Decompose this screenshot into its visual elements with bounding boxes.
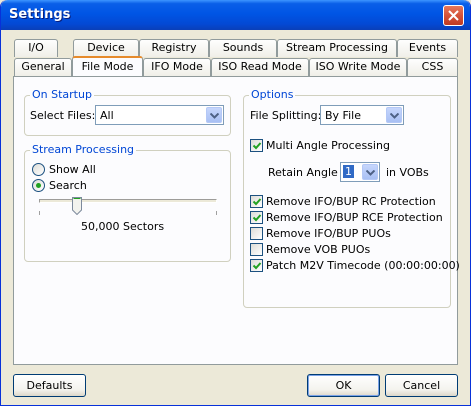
ifo-puos-checkbox[interactable] — [250, 227, 263, 240]
file-splitting-value: By File — [325, 109, 361, 122]
tab-registry[interactable]: Registry — [139, 39, 209, 57]
select-files-dropdown[interactable]: All — [95, 105, 224, 125]
tab-iso-write-mode[interactable]: ISO Write Mode — [309, 58, 407, 76]
options-group: Options File Splitting: By File Multi An… — [243, 88, 460, 308]
in-vobs-label: in VOBs — [386, 166, 429, 179]
title-bar[interactable]: Settings — [1, 0, 470, 30]
slider-tick — [216, 211, 217, 215]
sector-slider-thumb[interactable] — [72, 197, 82, 215]
vob-puos-checkbox[interactable] — [250, 243, 263, 256]
close-icon — [448, 10, 459, 21]
checkmark-icon — [252, 198, 262, 206]
retain-angle-value: 1 — [343, 165, 354, 178]
tab-sounds[interactable]: Sounds — [209, 39, 277, 57]
file-splitting-label: File Splitting: — [250, 109, 322, 122]
file-mode-panel: On Startup Select Files: All Stream Proc… — [13, 76, 460, 365]
checkmark-icon — [252, 142, 262, 150]
tab-file-mode[interactable]: File Mode — [72, 56, 143, 76]
tab-stream-processing[interactable]: Stream Processing — [277, 39, 397, 57]
rc-protection-checkbox[interactable] — [250, 195, 263, 208]
slider-tick — [39, 211, 40, 215]
window-title: Settings — [9, 7, 71, 22]
on-startup-label: On Startup — [30, 88, 94, 101]
stream-processing-group: Stream Processing Show All Search 50,000… — [24, 143, 231, 262]
settings-window: Settings I/O Device Registry Sounds Stre… — [0, 0, 471, 406]
ok-button[interactable]: OK — [307, 374, 380, 397]
options-label: Options — [249, 88, 296, 101]
search-label[interactable]: Search — [49, 179, 87, 192]
show-all-label[interactable]: Show All — [49, 163, 96, 176]
file-splitting-dropdown[interactable]: By File — [320, 105, 404, 125]
search-radio[interactable] — [32, 179, 45, 192]
vob-puos-label[interactable]: Remove VOB PUOs — [266, 243, 370, 256]
rce-protection-label[interactable]: Remove IFO/BUP RCE Protection — [266, 211, 443, 224]
tab-general[interactable]: General — [14, 58, 72, 76]
tab-device[interactable]: Device — [73, 39, 139, 57]
checkmark-icon — [252, 262, 262, 270]
chevron-down-icon[interactable] — [386, 107, 402, 123]
show-all-radio[interactable] — [32, 163, 45, 176]
checkmark-icon — [252, 214, 262, 222]
tab-io[interactable]: I/O — [14, 39, 58, 57]
tab-ifo-mode[interactable]: IFO Mode — [143, 58, 211, 76]
patch-timecode-checkbox[interactable] — [250, 259, 263, 272]
ifo-puos-label[interactable]: Remove IFO/BUP PUOs — [266, 227, 391, 240]
select-files-value: All — [100, 109, 114, 122]
sector-value-label: 50,000 Sectors — [81, 220, 165, 233]
multi-angle-label[interactable]: Multi Angle Processing — [266, 139, 390, 152]
cancel-button[interactable]: Cancel — [385, 374, 458, 397]
chevron-down-icon[interactable] — [206, 107, 222, 123]
tab-iso-read-mode[interactable]: ISO Read Mode — [211, 58, 309, 76]
radio-selected-dot — [36, 183, 41, 188]
dialog-body: I/O Device Registry Sounds Stream Proces… — [4, 30, 467, 403]
defaults-button[interactable]: Defaults — [13, 374, 86, 397]
stream-processing-label: Stream Processing — [30, 143, 137, 156]
select-files-label: Select Files: — [30, 109, 96, 122]
rc-protection-label[interactable]: Remove IFO/BUP RC Protection — [266, 195, 436, 208]
retain-angle-label: Retain Angle — [268, 166, 338, 179]
tab-events[interactable]: Events — [397, 39, 458, 57]
patch-timecode-label[interactable]: Patch M2V Timecode (00:00:00:00) — [266, 259, 460, 272]
on-startup-group: On Startup Select Files: All — [24, 88, 231, 136]
close-button[interactable] — [443, 5, 464, 26]
retain-angle-dropdown[interactable]: 1 — [340, 162, 380, 182]
sector-slider-track[interactable] — [39, 199, 217, 203]
rce-protection-checkbox[interactable] — [250, 211, 263, 224]
tab-css[interactable]: CSS — [407, 58, 458, 76]
multi-angle-checkbox[interactable] — [250, 139, 263, 152]
chevron-down-icon[interactable] — [362, 164, 378, 180]
